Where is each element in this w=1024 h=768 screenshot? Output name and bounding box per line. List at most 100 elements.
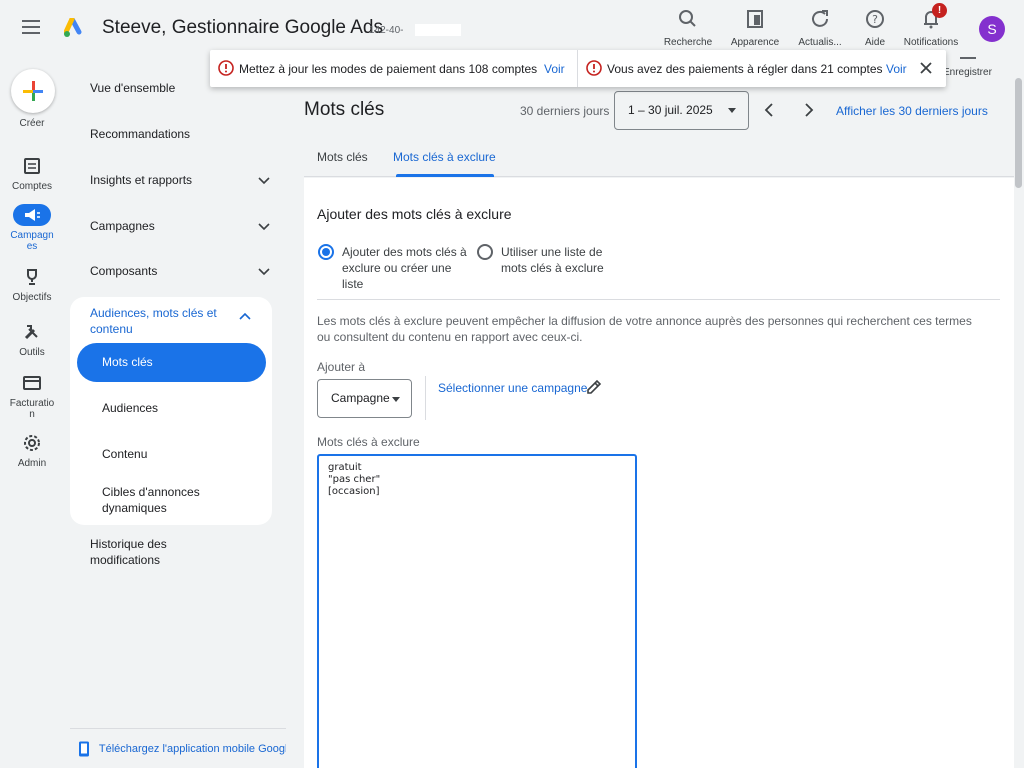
nav-item-campaigns[interactable]: Campagnes [90,218,270,234]
nav-label-recommendations: Recommandations [90,127,191,141]
trophy-icon [27,269,37,285]
nav-group-audiences: Audiences, mots clés et contenu Mots clé… [70,297,272,525]
help-icon: ? [866,10,884,28]
refresh-button[interactable]: Actualis... [792,8,848,48]
nav-subitem-keywords[interactable]: Mots clés [77,343,266,382]
side-nav: Vue d'ensemble Recommandations Insights … [70,58,286,768]
gear-icon [24,435,40,451]
refresh-icon [812,10,828,27]
tools-icon [24,325,38,340]
page-scrollbar[interactable] [1014,58,1024,768]
rail-label-campaigns: Campagnes [10,230,54,252]
nav-group-title[interactable]: Audiences, mots clés et contenu [90,305,240,337]
notifications-label: Notifications [903,37,959,48]
nav-label-assets: Composants [90,264,158,278]
left-rail: Créer Comptes Campagnes Objectifs Outils… [0,58,64,768]
rail-label-admin: Admin [17,458,47,469]
negative-keywords-card: Ajouter des mots clés à exclure Ajouter … [304,178,1014,768]
scrollbar-thumb[interactable] [1015,78,1022,188]
radio-use-list[interactable] [477,244,493,260]
rail-item-goals[interactable]: Objectifs [0,266,64,303]
pencil-icon[interactable] [585,378,603,396]
search-icon [679,10,696,27]
dropdown-arrow-icon [728,108,736,113]
alert-link-payments-due[interactable]: Voir [886,62,907,76]
nav-label-insights: Insights et rapports [90,173,193,187]
mobile-app-link[interactable]: Téléchargez l'application mobile Google … [78,741,286,757]
card-title: Ajouter des mots clés à exclure [317,206,512,222]
nav-item-recommendations[interactable]: Recommandations [90,126,270,142]
chevron-down-icon [258,223,270,231]
account-id-mask [415,24,461,36]
error-icon [586,60,602,76]
select-campaign-link[interactable]: Sélectionner une campagne [438,381,587,395]
active-tab-indicator [396,174,494,177]
search-button[interactable]: Recherche [658,8,718,48]
appearance-button[interactable]: Apparence [725,8,785,48]
plus-icon [23,81,43,101]
date-range-picker[interactable]: 1 – 30 juil. 2025 [614,91,749,130]
nav-subitem-dynamic-targets[interactable]: Cibles d'annonces dynamiques [102,484,242,516]
svg-text:?: ? [872,13,878,26]
nav-subitem-content[interactable]: Contenu [102,446,242,462]
account-id: 142-40- [369,25,404,36]
add-to-value: Campagne [331,391,390,405]
appearance-label: Apparence [730,37,780,48]
create-button[interactable] [11,69,55,113]
help-label: Aide [864,37,885,48]
notification-badge: ! [932,3,947,18]
nav-footer-divider [70,728,286,729]
tab-negative-keywords[interactable]: Mots clés à exclure [393,150,496,164]
error-icon [218,60,234,76]
save-button[interactable]: Enregistrer [943,67,992,78]
avatar[interactable]: S [979,16,1005,42]
save-icon [960,57,976,59]
tab-bar: Mots clés Mots clés à exclure [304,146,1014,177]
billing-icon [23,376,41,390]
dropdown-arrow-icon [392,397,400,402]
card-divider [317,299,1000,300]
create-label: Créer [19,118,45,129]
alert-link-payment-methods[interactable]: Voir [544,62,565,76]
accounts-icon [24,158,40,174]
rail-item-admin[interactable]: Admin [0,432,64,469]
rail-item-tools[interactable]: Outils [0,321,64,358]
chevron-down-icon [258,268,270,276]
field-separator [425,376,426,420]
rail-label-accounts: Comptes [11,181,52,192]
nav-item-assets[interactable]: Composants [90,263,270,279]
help-button[interactable]: ? Aide [857,8,893,48]
page-title: Mots clés [304,99,385,120]
rail-item-accounts[interactable]: Comptes [0,155,64,192]
campaigns-icon [25,209,40,221]
range-label: 30 derniers jours [520,104,610,118]
nav-subitem-audiences[interactable]: Audiences [102,400,242,416]
add-to-select[interactable]: Campagne [317,379,412,418]
rail-item-billing[interactable]: Facturation [0,372,64,420]
negative-keywords-input[interactable]: gratuit "pas cher" [occasion] [317,454,637,768]
radio-add-keywords[interactable] [318,244,334,260]
radio-label-add-keywords: Ajouter des mots clés à exclure ou créer… [342,245,467,291]
nav-item-insights[interactable]: Insights et rapports [90,172,270,188]
add-to-label: Ajouter à [317,360,366,374]
rail-item-campaigns[interactable]: Campagnes [0,204,64,252]
date-range-value: 1 – 30 juil. 2025 [628,103,713,117]
rail-label-billing: Facturation [9,398,55,420]
menu-icon[interactable] [22,20,40,34]
mobile-app-label: Téléchargez l'application mobile Google … [98,742,286,755]
rail-label-goals: Objectifs [12,292,52,303]
notifications-button[interactable]: Notifications [898,8,964,48]
chevron-up-icon[interactable] [239,311,251,323]
chevron-right-icon[interactable] [800,102,816,118]
description-text: Les mots clés à exclure peuvent empêcher… [317,314,972,344]
banner-separator [577,50,578,87]
chevron-left-icon[interactable] [762,102,778,118]
close-icon[interactable] [919,61,933,75]
nav-label-campaigns: Campagnes [90,219,155,233]
chevron-down-icon [258,177,270,185]
tab-keywords[interactable]: Mots clés [317,150,368,164]
nav-item-history[interactable]: Historique des modifications [90,536,210,568]
refresh-label: Actualis... [798,37,842,48]
show-last-30-link[interactable]: Afficher les 30 derniers jours [836,104,988,118]
alert-text-payments-due: Vous avez des paiements à régler dans 21… [607,62,883,76]
